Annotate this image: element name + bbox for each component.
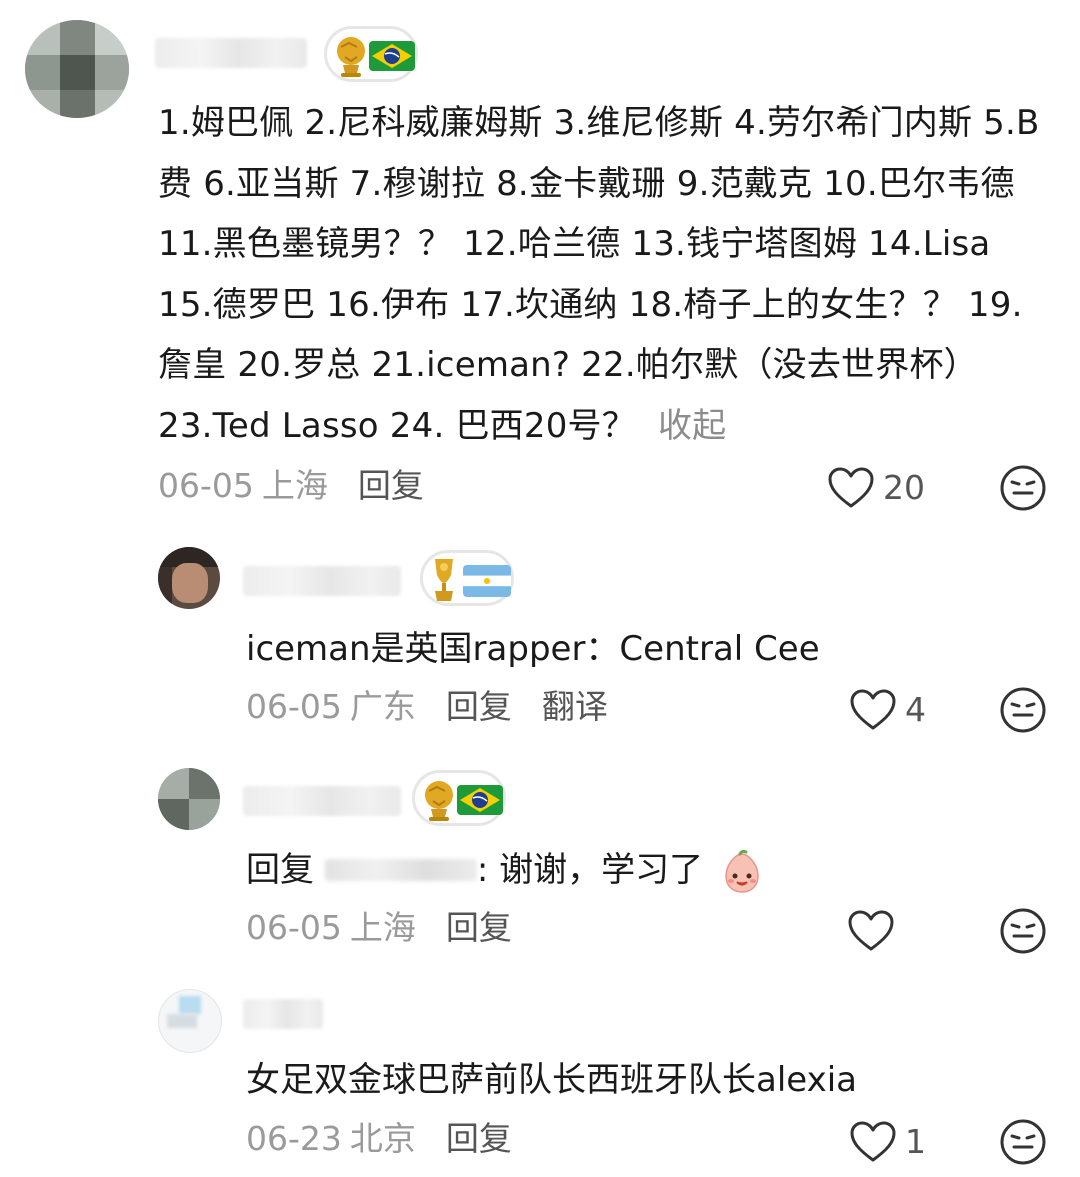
comment-4: 女足双金球巴萨前队长西班牙队长alexia 06-23 北京 回复 1 [0, 975, 1080, 1175]
comment-1: 1.姆巴佩 2.尼科威廉姆斯 3.维尼修斯 4.劳尔希门内斯 5.B费 6.亚当… [0, 0, 1080, 520]
gold-ball-trophy-icon [425, 781, 503, 821]
badge-argentina [420, 550, 514, 606]
comment-2: iceman是英国rapper：Central Cee 06-05 广东 回复 翻译 … [0, 540, 1080, 740]
reply-button[interactable]: 回复 [358, 466, 424, 505]
comment-3: 回复 : 谢谢，学习了 06-05 上海 回复 [0, 760, 1080, 960]
heart-icon [850, 689, 896, 730]
username-blurred[interactable] [155, 38, 307, 68]
username-blurred[interactable] [243, 999, 323, 1029]
username-blurred[interactable] [243, 566, 401, 596]
badge-brazil [324, 26, 418, 82]
dislike-face-icon[interactable] [999, 907, 1047, 955]
argentina-flag-icon [463, 565, 511, 597]
comment-date: 06-05 [246, 687, 342, 726]
like-count: 1 [905, 1122, 926, 1161]
gold-ball-trophy-icon [337, 37, 415, 77]
heart-icon [828, 467, 874, 508]
comment-location: 上海 [261, 466, 328, 505]
badge-brazil [412, 770, 506, 826]
comment-date: 06-05 [246, 908, 342, 947]
comment-text: 1.姆巴佩 2.尼科威廉姆斯 3.维尼修斯 4.劳尔希门内斯 5.B费 6.亚当… [158, 103, 1040, 446]
avatar[interactable] [158, 989, 222, 1053]
like-button[interactable]: 20 [827, 463, 925, 513]
dislike-face-icon[interactable] [999, 464, 1047, 512]
heart-icon [848, 910, 894, 951]
comment-location: 广东 [349, 687, 416, 726]
comment-text: 回复 : 谢谢，学习了 [246, 845, 766, 895]
reply-button[interactable]: 回复 [446, 1119, 512, 1158]
dislike-face-icon[interactable] [999, 686, 1047, 734]
brazil-flag-icon [457, 785, 503, 815]
gold-cup-trophy-icon [435, 559, 511, 601]
collapse-link[interactable]: 收起 [658, 406, 726, 446]
like-count: 4 [905, 690, 926, 729]
avatar[interactable] [158, 768, 220, 830]
comment-location: 上海 [349, 908, 416, 947]
username-blurred[interactable] [243, 786, 401, 816]
comment-location: 北京 [349, 1119, 416, 1158]
dislike-face-icon[interactable] [999, 1118, 1047, 1166]
avatar[interactable] [25, 20, 129, 118]
avatar[interactable] [158, 547, 220, 609]
comment-meta: 06-23 北京 回复 [246, 1119, 512, 1159]
translate-button[interactable]: 翻译 [542, 687, 608, 726]
reply-prefix: 回复 [246, 850, 314, 890]
comment-meta: 06-05 上海 回复 [246, 908, 512, 948]
comment-text: iceman是英国rapper：Central Cee [246, 629, 820, 669]
comment-date: 06-23 [246, 1119, 342, 1158]
smiling-peach-face-emoji-icon [725, 849, 759, 893]
comment-meta: 06-05 上海 回复 [158, 466, 424, 506]
like-button[interactable] [847, 906, 903, 956]
like-button[interactable]: 1 [849, 1117, 926, 1167]
like-count: 20 [883, 468, 925, 507]
reply-button[interactable]: 回复 [446, 687, 512, 726]
brazil-flag-icon [369, 41, 415, 71]
like-button[interactable]: 4 [849, 685, 926, 735]
comment-meta: 06-05 广东 回复 翻译 [246, 687, 608, 727]
comment-text: 女足双金球巴萨前队长西班牙队长alexia [246, 1060, 858, 1100]
replied-username-blurred[interactable] [324, 858, 477, 881]
comment-date: 06-05 [158, 466, 254, 505]
heart-icon [850, 1121, 896, 1162]
reply-button[interactable]: 回复 [446, 908, 512, 947]
